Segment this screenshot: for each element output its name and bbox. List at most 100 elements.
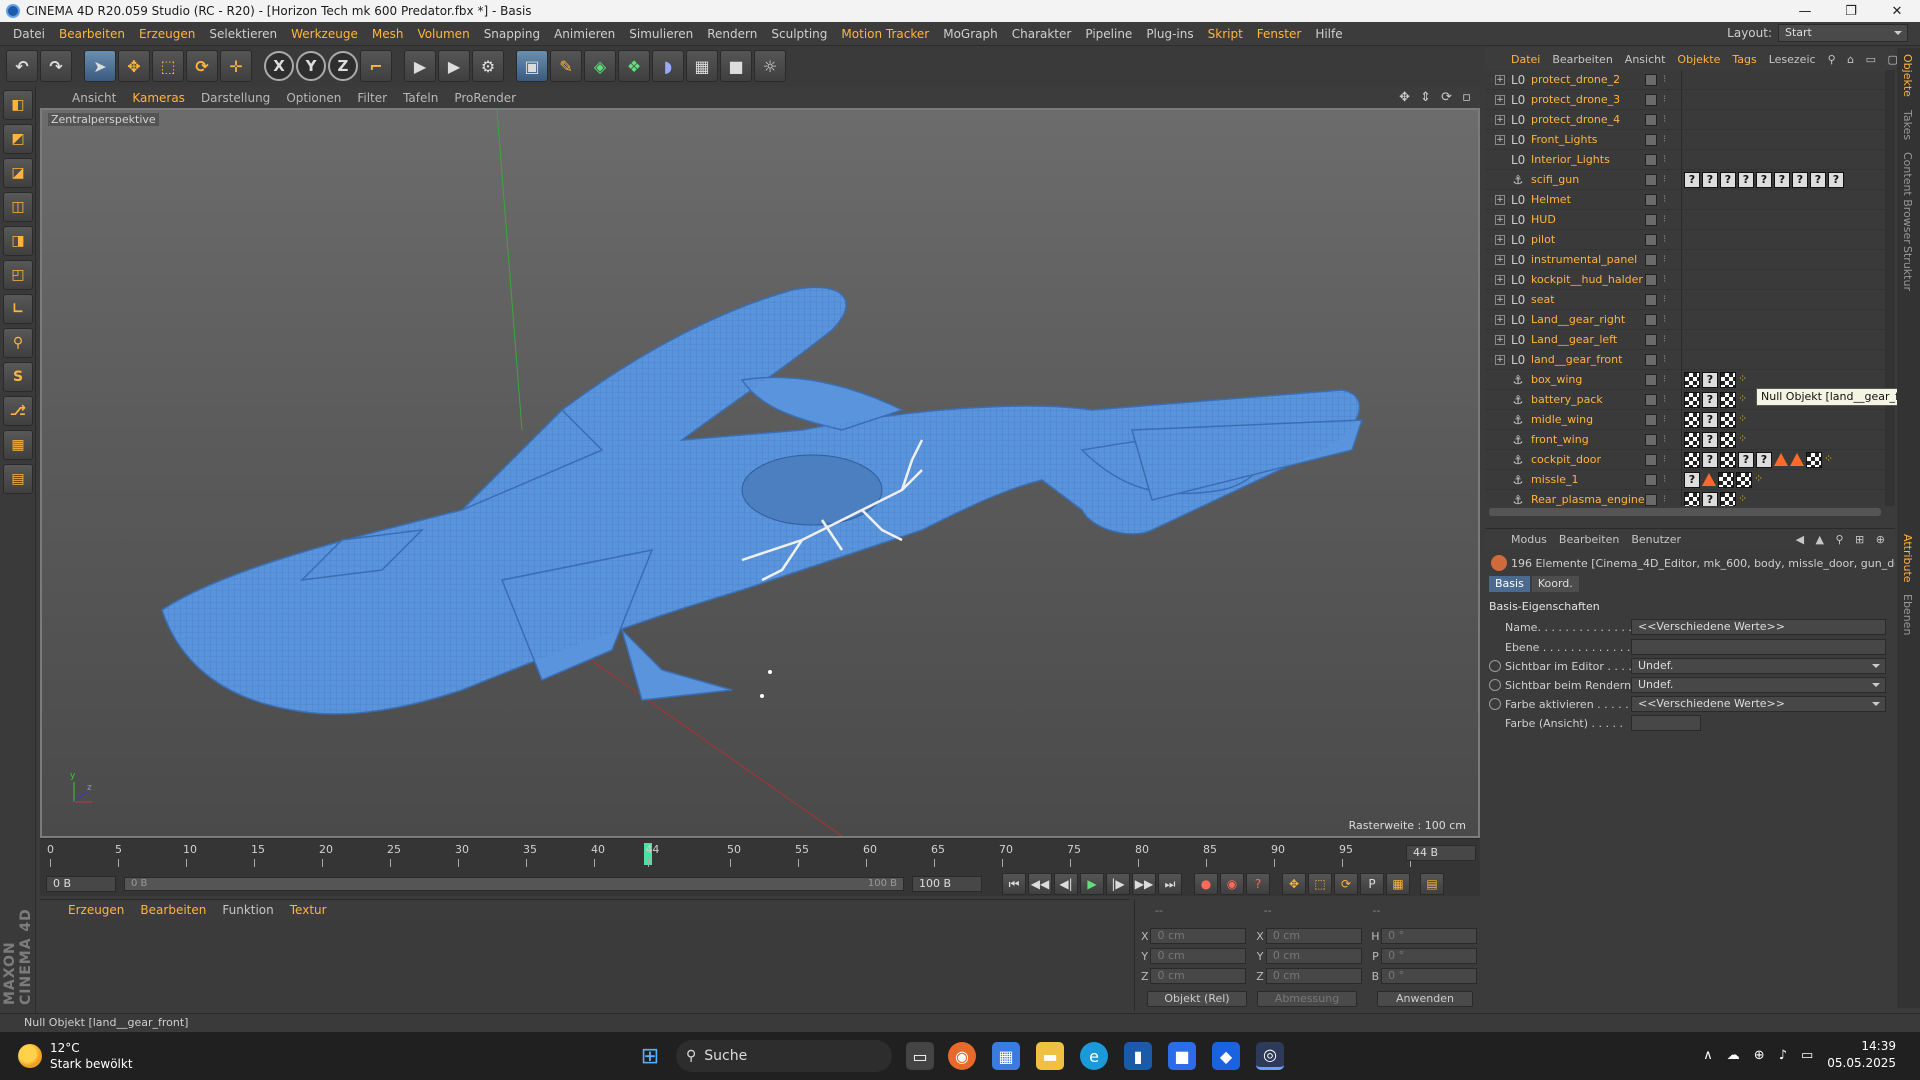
viewport-menu-ansicht[interactable]: Ansicht [64, 91, 124, 105]
layer-visibility-icon[interactable] [1645, 313, 1657, 326]
vtab-attribute[interactable]: Attribute [1901, 534, 1914, 583]
object-name[interactable]: instrumental_panel [1531, 253, 1651, 266]
object-row[interactable]: + L0 Land__gear_left ⁝ [1485, 329, 1885, 350]
mograph-cloner-icon[interactable]: ❖ [618, 50, 650, 82]
dropbox-icon[interactable]: ◆ [1212, 1042, 1240, 1070]
axis-mode-icon[interactable]: ⚲ [3, 328, 33, 358]
visibility-dots-icon[interactable]: ⁝ [1663, 314, 1666, 325]
apply-button[interactable]: Anwenden [1377, 991, 1473, 1007]
visibility-dots-icon[interactable]: ⁝ [1663, 474, 1666, 485]
menu-sculpting[interactable]: Sculpting [764, 27, 834, 41]
rotation-h-field[interactable]: 0 ° [1381, 928, 1478, 944]
unknown-tag-icon[interactable]: ? [1702, 411, 1718, 428]
layer-visibility-icon[interactable] [1645, 133, 1657, 146]
expand-toggle[interactable]: + [1495, 114, 1505, 125]
attrmenu-modus[interactable]: Modus [1505, 533, 1553, 546]
texture-mode-icon[interactable]: ◪ [3, 158, 33, 188]
expand-toggle[interactable]: + [1495, 294, 1505, 305]
viewport-menu-tafeln[interactable]: Tafeln [395, 91, 446, 105]
start-frame-field[interactable]: 0 B [46, 876, 116, 892]
make-editable-icon[interactable]: ◧ [3, 90, 33, 120]
expand-toggle[interactable]: + [1495, 214, 1505, 225]
layer-visibility-icon[interactable] [1645, 393, 1657, 406]
unknown-tag-icon[interactable]: ? [1738, 171, 1754, 188]
battery-icon[interactable]: ▭ [1801, 1048, 1813, 1063]
object-row[interactable]: + L0 Helmet ⁝ [1485, 189, 1885, 210]
object-name[interactable]: protect_drone_3 [1531, 93, 1651, 106]
layer-visibility-icon[interactable] [1645, 273, 1657, 286]
tag-cell[interactable] [1681, 349, 1881, 370]
texture-tag-icon[interactable] [1684, 491, 1700, 506]
layout-dropdown[interactable]: Start [1778, 24, 1908, 42]
texture-tag-icon[interactable] [1720, 451, 1736, 468]
object-row[interactable]: ⚓ Rear_plasma_engine ⁝? ⁘ [1485, 489, 1885, 506]
object-row[interactable]: ⚓ cockpit_door ⁝??? ⁘ [1485, 449, 1885, 470]
vtab-content-browser[interactable]: Content Browser [1901, 152, 1914, 244]
edge-icon[interactable]: e [1080, 1042, 1108, 1070]
animate-radio[interactable] [1489, 698, 1501, 710]
rotation-b-field[interactable]: 0 ° [1381, 968, 1478, 984]
transform-tool-icon[interactable]: ✛ [220, 50, 252, 82]
unknown-tag-icon[interactable]: ? [1756, 451, 1772, 468]
visibility-dots-icon[interactable]: ⁝ [1663, 194, 1666, 205]
expand-toggle[interactable]: + [1495, 74, 1505, 85]
tag-cell[interactable]: ? ⁘ [1681, 469, 1881, 490]
app-icon[interactable]: ▮ [1124, 1042, 1152, 1070]
workplane-lock-icon[interactable]: ▦ [3, 430, 33, 460]
previous-frame-icon[interactable]: ◀| [1054, 873, 1078, 895]
visibility-dots-icon[interactable]: ⁝ [1663, 234, 1666, 245]
menu-motion-tracker[interactable]: Motion Tracker [834, 27, 936, 41]
visibility-dots-icon[interactable]: ⁝ [1663, 454, 1666, 465]
tray-chevron-icon[interactable]: ∧ [1703, 1048, 1713, 1063]
menu-hilfe[interactable]: Hilfe [1308, 27, 1349, 41]
visibility-dots-icon[interactable]: ⁝ [1663, 494, 1666, 505]
layer-visibility-icon[interactable] [1645, 213, 1657, 226]
visibility-dots-icon[interactable]: ⁝ [1663, 354, 1666, 365]
key-rotation-icon[interactable]: ⟳ [1334, 873, 1358, 895]
object-name[interactable]: cockpit_door [1531, 453, 1651, 466]
attribute-dropdown[interactable]: Undef. [1631, 658, 1886, 674]
objmenu-lesezeichen[interactable]: Lesezeic [1763, 53, 1822, 66]
key-position-icon[interactable]: ✥ [1282, 873, 1306, 895]
tag-cell[interactable] [1681, 209, 1881, 230]
next-frame-icon[interactable]: |▶ [1106, 873, 1130, 895]
object-name[interactable]: protect_drone_4 [1531, 113, 1651, 126]
attribute-field[interactable] [1631, 639, 1886, 655]
tag-cell[interactable] [1681, 329, 1881, 350]
object-row[interactable]: + L0 protect_drone_2 ⁝ [1485, 70, 1885, 90]
selection-tag-icon[interactable]: ⁘ [1824, 452, 1840, 468]
texture-tag-icon[interactable] [1720, 431, 1736, 448]
unknown-tag-icon[interactable]: ? [1702, 491, 1718, 506]
deformer-icon[interactable]: ◗ [652, 50, 684, 82]
texture-tag-icon[interactable] [1720, 411, 1736, 428]
x-axis-lock-icon[interactable]: X [264, 51, 294, 81]
viewport-menu-prorender[interactable]: ProRender [446, 91, 524, 105]
minimize-button[interactable]: — [1782, 0, 1828, 22]
unknown-tag-icon[interactable]: ? [1792, 171, 1808, 188]
menu-rendern[interactable]: Rendern [700, 27, 764, 41]
maximize-button[interactable]: ❐ [1828, 0, 1874, 22]
unknown-tag-icon[interactable]: ? [1702, 171, 1718, 188]
visibility-dots-icon[interactable]: ⁝ [1663, 154, 1666, 165]
model-mode-icon[interactable]: ◩ [3, 124, 33, 154]
layer-visibility-icon[interactable] [1645, 453, 1657, 466]
redo-icon[interactable]: ↷ [40, 50, 72, 82]
volume-icon[interactable]: ♪ [1779, 1048, 1787, 1063]
unknown-tag-icon[interactable]: ? [1738, 451, 1754, 468]
size-y-field[interactable]: 0 cm [1265, 948, 1362, 964]
object-row[interactable]: + L0 instrumental_panel ⁝ [1485, 249, 1885, 270]
visibility-dots-icon[interactable]: ⁝ [1663, 134, 1666, 145]
layer-visibility-icon[interactable] [1645, 73, 1657, 86]
key-scale-icon[interactable]: ⬚ [1308, 873, 1332, 895]
menu-animieren[interactable]: Animieren [547, 27, 622, 41]
autokey-icon[interactable]: ◉ [1220, 873, 1244, 895]
unknown-tag-icon[interactable]: ? [1702, 371, 1718, 388]
tag-cell[interactable] [1681, 269, 1881, 290]
menu-fenster[interactable]: Fenster [1250, 27, 1309, 41]
cinema4d-taskbar-icon[interactable]: ◎ [1256, 1042, 1284, 1070]
texture-tag-icon[interactable] [1736, 471, 1752, 488]
object-row[interactable]: + L0 Front_Lights ⁝ [1485, 129, 1885, 150]
unknown-tag-icon[interactable]: ? [1828, 171, 1844, 188]
object-name[interactable]: Helmet [1531, 193, 1651, 206]
size-z-field[interactable]: 0 cm [1265, 968, 1362, 984]
